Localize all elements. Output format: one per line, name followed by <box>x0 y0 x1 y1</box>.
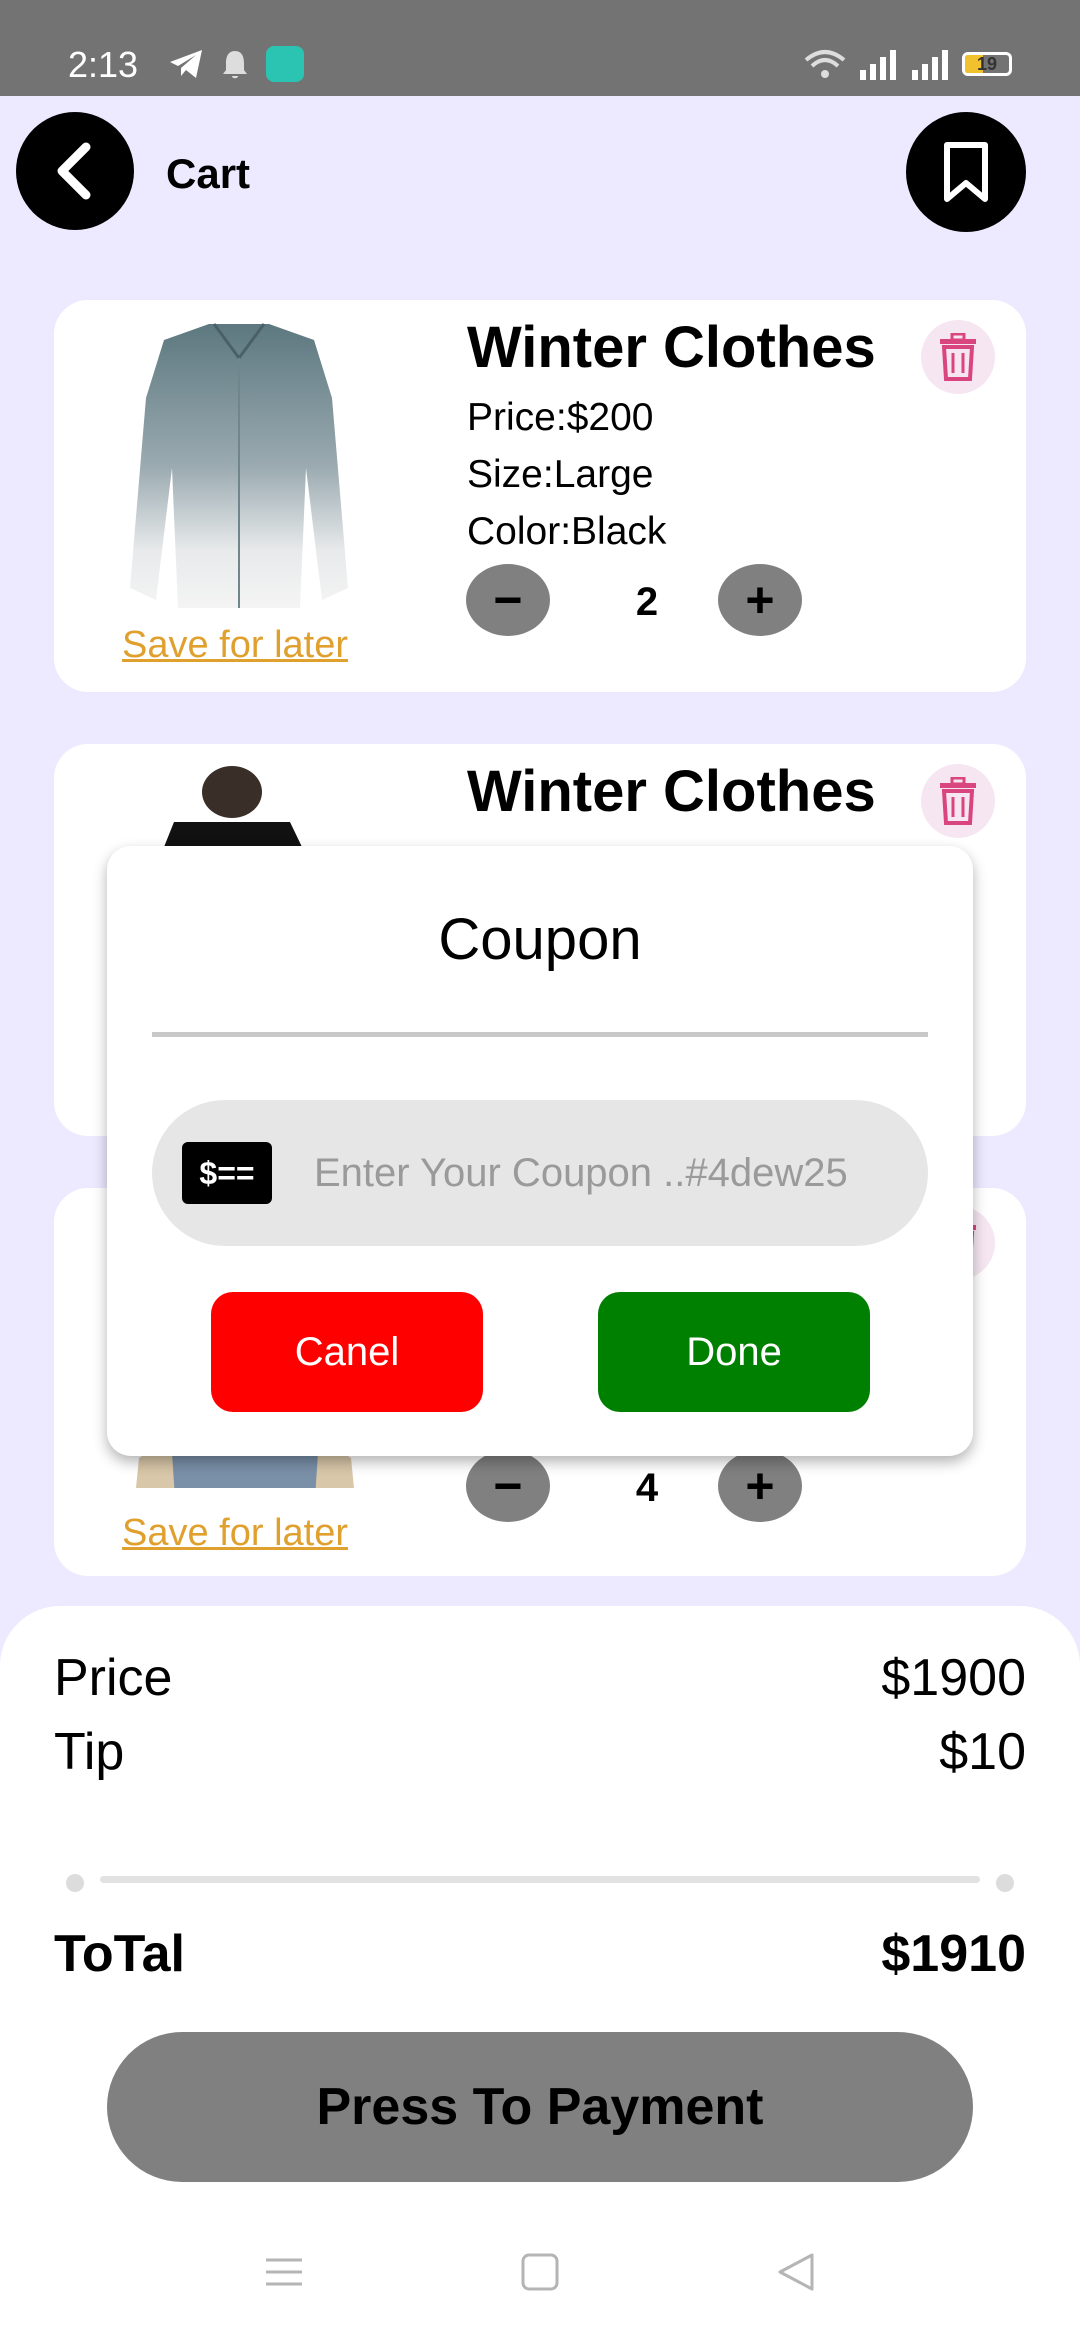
save-for-later-link[interactable]: Save for later <box>122 1512 348 1555</box>
delete-item-button[interactable] <box>921 764 995 838</box>
increase-quantity-button[interactable]: + <box>718 1450 802 1522</box>
increase-quantity-button[interactable]: + <box>718 564 802 636</box>
bookmark-button[interactable] <box>906 112 1026 232</box>
delete-item-button[interactable] <box>921 320 995 394</box>
battery-icon: 19 <box>962 52 1012 76</box>
signal-icon <box>912 50 948 80</box>
trash-icon <box>940 333 976 381</box>
quantity-value: 4 <box>635 1466 659 1510</box>
price-label: Price <box>54 1649 173 1707</box>
system-nav-bar <box>0 2236 1080 2340</box>
telegram-icon <box>170 50 202 78</box>
divider <box>100 1876 980 1883</box>
menu-icon[interactable] <box>264 2252 304 2292</box>
back-button[interactable] <box>16 112 134 230</box>
decrease-quantity-button[interactable]: − <box>466 1450 550 1522</box>
divider-dot <box>996 1874 1014 1892</box>
coupon-dialog: Coupon $== Canel Done <box>107 846 973 1456</box>
price-value: $1900 <box>881 1649 1026 1707</box>
chevron-left-icon <box>57 142 91 200</box>
cancel-button[interactable]: Canel <box>211 1292 483 1412</box>
app-icon <box>266 46 304 82</box>
status-time: 2:13 <box>68 44 139 85</box>
total-value: $1910 <box>881 1925 1026 1983</box>
decrease-quantity-button[interactable]: − <box>466 564 550 636</box>
item-size: Size:Large <box>467 453 654 496</box>
tip-label: Tip <box>54 1723 125 1781</box>
tip-value: $10 <box>939 1723 1026 1781</box>
done-button[interactable]: Done <box>598 1292 870 1412</box>
dialog-divider <box>152 1032 928 1037</box>
item-price: Price:$200 <box>467 396 654 439</box>
coupon-ticket-icon: $== <box>182 1142 272 1204</box>
bookmark-icon <box>944 142 988 202</box>
bell-icon <box>223 51 247 79</box>
wifi-icon <box>804 50 846 78</box>
quantity-value: 2 <box>635 580 659 624</box>
item-title: Winter Clothes <box>467 315 876 380</box>
cart-item-card: Save for later Winter Clothes Price:$200… <box>54 300 1026 692</box>
battery-level: 19 <box>976 54 998 74</box>
item-color: Color:Black <box>467 510 667 553</box>
status-bar: 2:13 19 <box>0 0 1080 96</box>
coupon-input[interactable] <box>314 1150 894 1196</box>
divider-dot <box>66 1874 84 1892</box>
item-title: Winter Clothes <box>467 759 876 824</box>
save-for-later-link[interactable]: Save for later <box>122 624 348 667</box>
back-triangle-icon[interactable] <box>776 2252 816 2292</box>
trash-icon <box>940 777 976 825</box>
payment-button[interactable]: Press To Payment <box>107 2032 973 2182</box>
signal-icon <box>860 50 896 80</box>
order-summary: Price $1900 Tip $10 ToTal $1910 Press To… <box>0 1606 1080 2340</box>
product-image-shirt[interactable] <box>114 318 364 618</box>
dialog-title: Coupon <box>438 907 642 972</box>
coupon-field[interactable]: $== <box>152 1100 928 1246</box>
total-label: ToTal <box>54 1925 185 1983</box>
home-square-icon[interactable] <box>520 2252 560 2292</box>
page-title: Cart <box>166 150 251 197</box>
